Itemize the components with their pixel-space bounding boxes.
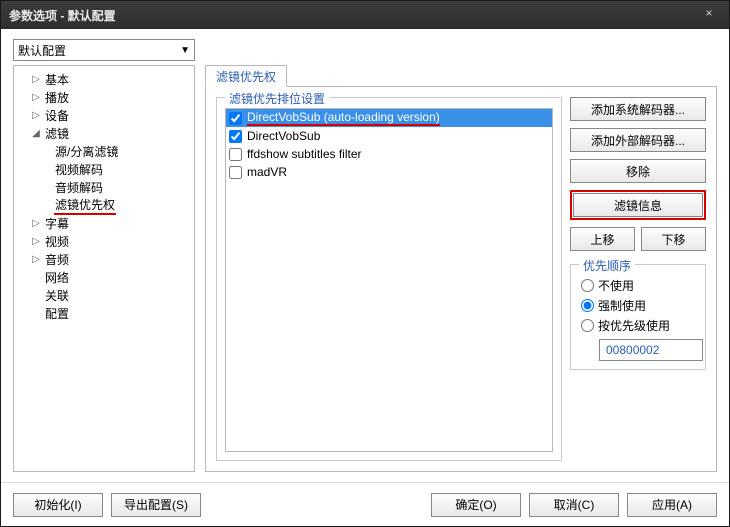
tree-item-device[interactable]: ▷设备 [16,106,192,124]
priority-value-input[interactable] [599,339,703,361]
dialog-footer: 初始化(I) 导出配置(S) 确定(O) 取消(C) 应用(A) [1,482,729,526]
filter-name: DirectVobSub (auto-loading version) [247,110,440,126]
filter-row[interactable]: ffdshow subtitles filter [226,145,552,163]
expand-icon: ▷ [30,254,42,265]
dialog-window: 参数选项 - 默认配置 × 默认配置 ▼ ▷基本 ▷播放 ▷设备 ◢滤镜 源/分… [0,0,730,527]
filter-info-button[interactable]: 滤镜信息 [573,193,703,217]
priority-by-value-radio[interactable]: 按优先级使用 [579,315,697,335]
cancel-button[interactable]: 取消(C) [529,493,619,517]
window-title: 参数选项 - 默认配置 [9,7,697,24]
tree-item-subtitle[interactable]: ▷字幕 [16,214,192,232]
close-icon[interactable]: × [697,6,721,24]
filter-checkbox[interactable] [229,112,242,125]
add-system-decoder-button[interactable]: 添加系统解码器... [570,97,706,121]
priority-force-radio[interactable]: 强制使用 [579,295,697,315]
tree-item-network[interactable]: 网络 [16,268,192,286]
radio-input[interactable] [581,279,594,292]
tree-item-filter[interactable]: ◢滤镜 [16,124,192,142]
filter-name: DirectVobSub [247,129,320,143]
expand-icon: ▷ [30,236,42,247]
add-external-decoder-button[interactable]: 添加外部解码器... [570,128,706,152]
tree-item-video-decoder[interactable]: 视频解码 [16,160,192,178]
filter-name: madVR [247,165,287,179]
tree-item-video[interactable]: ▷视频 [16,232,192,250]
filter-list[interactable]: DirectVobSub (auto-loading version) Dire… [225,108,553,452]
apply-button[interactable]: 应用(A) [627,493,717,517]
right-pane: 滤镜优先权 滤镜优先排位设置 DirectVobSub (auto-loadin… [205,65,717,472]
tree-item-config[interactable]: 配置 [16,304,192,322]
expand-icon: ▷ [30,92,42,103]
tab-filter-priority[interactable]: 滤镜优先权 [205,65,287,87]
move-up-button[interactable]: 上移 [570,227,635,251]
tree-item-audio-decoder[interactable]: 音频解码 [16,178,192,196]
side-button-column: 添加系统解码器... 添加外部解码器... 移除 滤镜信息 上移 下移 优先顺序 [570,97,706,461]
expand-icon: ▷ [30,74,42,85]
content-area: 默认配置 ▼ ▷基本 ▷播放 ▷设备 ◢滤镜 源/分离滤镜 视频解码 音频解码 … [1,29,729,482]
priority-order-fieldset: 优先顺序 不使用 强制使用 按优先级使用 [570,264,706,370]
profile-dropdown[interactable]: 默认配置 ▼ [13,39,195,61]
tree-item-assoc[interactable]: 关联 [16,286,192,304]
filter-row[interactable]: DirectVobSub (auto-loading version) [226,109,552,127]
tree-item-basic[interactable]: ▷基本 [16,70,192,88]
filter-checkbox[interactable] [229,148,242,161]
tab-panel: 滤镜优先排位设置 DirectVobSub (auto-loading vers… [205,87,717,472]
filter-priority-fieldset: 滤镜优先排位设置 DirectVobSub (auto-loading vers… [216,97,562,461]
tree-item-audio[interactable]: ▷音频 [16,250,192,268]
expand-icon: ▷ [30,218,42,229]
category-tree[interactable]: ▷基本 ▷播放 ▷设备 ◢滤镜 源/分离滤镜 视频解码 音频解码 滤镜优先权 ▷… [13,65,195,472]
filter-row[interactable]: madVR [226,163,552,181]
profile-value: 默认配置 [18,42,66,59]
radio-input[interactable] [581,319,594,332]
chevron-down-icon: ▼ [180,45,190,56]
fieldset-legend: 优先顺序 [579,257,635,274]
initialize-button[interactable]: 初始化(I) [13,493,103,517]
radio-input[interactable] [581,299,594,312]
tree-item-source-filter[interactable]: 源/分离滤镜 [16,142,192,160]
filter-row[interactable]: DirectVobSub [226,127,552,145]
collapse-icon: ◢ [30,128,42,139]
filter-name: ffdshow subtitles filter [247,147,362,161]
fieldset-legend: 滤镜优先排位设置 [225,90,329,107]
move-down-button[interactable]: 下移 [641,227,706,251]
remove-button[interactable]: 移除 [570,159,706,183]
titlebar: 参数选项 - 默认配置 × [1,1,729,29]
filter-checkbox[interactable] [229,166,242,179]
export-config-button[interactable]: 导出配置(S) [111,493,201,517]
filter-checkbox[interactable] [229,130,242,143]
priority-none-radio[interactable]: 不使用 [579,275,697,295]
tree-item-play[interactable]: ▷播放 [16,88,192,106]
expand-icon: ▷ [30,110,42,121]
tab-strip: 滤镜优先权 [205,65,717,87]
highlight-box: 滤镜信息 [570,190,706,220]
tree-item-filter-priority[interactable]: 滤镜优先权 [16,196,192,214]
ok-button[interactable]: 确定(O) [431,493,521,517]
